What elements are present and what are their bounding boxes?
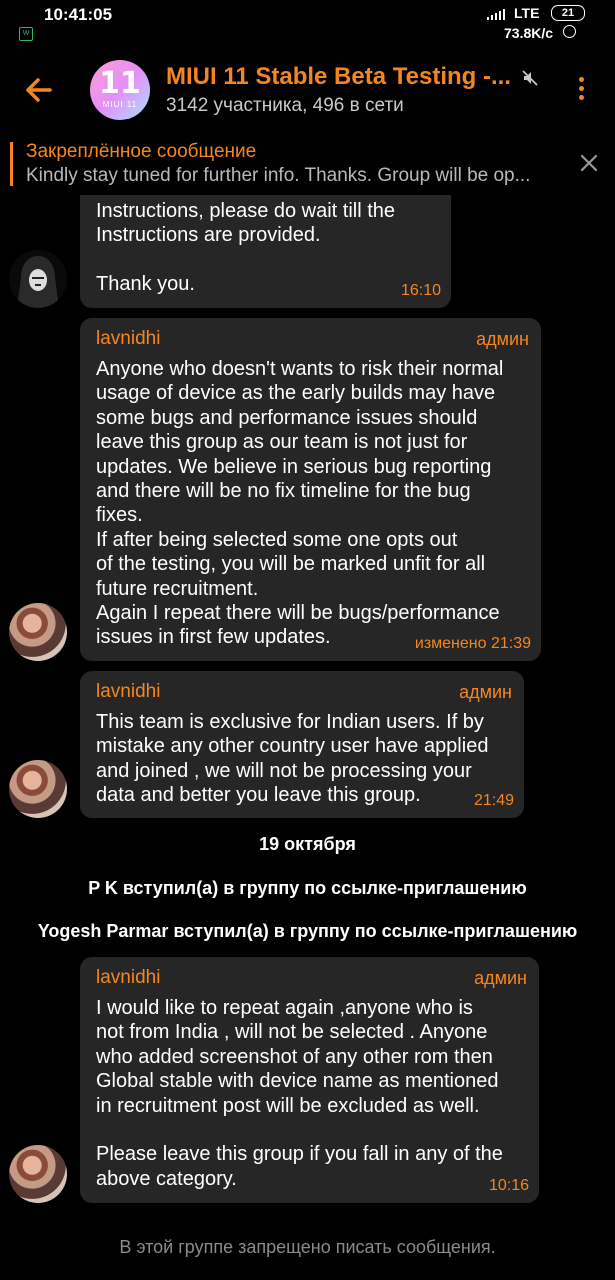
avatar[interactable] — [9, 760, 67, 818]
status-bar: 10:41:05 W LTE 21 73.8K/c — [0, 0, 615, 50]
group-avatar-number: 11 — [99, 66, 141, 101]
sender-name[interactable]: lavnidhi — [96, 328, 160, 350]
hooded-figure-icon — [17, 256, 59, 308]
date-separator: 19 октября — [259, 834, 356, 854]
message-text: Anyone who doesn't wants to risk their n… — [96, 358, 504, 649]
chat-title[interactable]: MIUI 11 Stable Beta Testing -... — [166, 63, 516, 91]
message-bubble[interactable]: Instructions, please do wait till the In… — [80, 195, 451, 308]
message-time: 10:16 — [488, 1177, 529, 1194]
message-text: This team is exclusive for Indian users.… — [96, 711, 489, 807]
message-bubble[interactable]: lavnidhi админ This team is exclusive fo… — [80, 671, 524, 818]
avatar[interactable] — [9, 1145, 67, 1203]
write-restricted-note: В этой группе запрещено писать сообщения… — [119, 1237, 496, 1257]
alarm-icon — [563, 25, 576, 38]
admin-badge: админ — [474, 968, 527, 988]
sender-name[interactable]: lavnidhi — [96, 681, 160, 703]
group-avatar-label: MIUI 11 — [102, 100, 138, 109]
message-time: 21:49 — [473, 792, 514, 809]
sender-name[interactable]: lavnidhi — [96, 967, 160, 989]
admin-badge: админ — [476, 329, 529, 349]
signal-icon — [487, 8, 505, 20]
pinned-accent-bar — [10, 142, 13, 186]
message-time: 16:10 — [400, 282, 441, 299]
pinned-message-bar[interactable]: Закреплённое сообщение Kindly stay tuned… — [0, 138, 615, 190]
message-text: Instructions, please do wait till the In… — [96, 200, 396, 296]
group-avatar[interactable]: 11 MIUI 11 — [90, 60, 150, 120]
message-bubble[interactable]: lavnidhi админ I would like to repeat ag… — [80, 957, 539, 1203]
app-notification-icon: W — [19, 27, 33, 41]
message-text: I would like to repeat again ,anyone who… — [96, 997, 503, 1190]
more-options-icon[interactable] — [571, 77, 591, 105]
network-speed: 73.8K/c — [504, 25, 554, 41]
close-icon[interactable] — [578, 152, 600, 174]
network-type: LTE — [514, 5, 540, 21]
muted-icon — [522, 70, 538, 86]
avatar[interactable] — [9, 603, 67, 661]
pinned-text: Kindly stay tuned for further info. Than… — [26, 165, 531, 186]
chat-header: 11 MIUI 11 MIUI 11 Stable Beta Testing -… — [0, 55, 615, 127]
message-bubble[interactable]: lavnidhi админ Anyone who doesn't wants … — [80, 318, 541, 661]
chat-member-count: 3142 участника, 496 в сети — [166, 95, 404, 116]
admin-badge: админ — [459, 682, 512, 702]
back-arrow-icon[interactable] — [22, 73, 56, 107]
message-time: изменено 21:39 — [414, 635, 531, 652]
pinned-title: Закреплённое сообщение — [26, 141, 257, 162]
service-message: P K вступил(а) в группу по ссылке-пригла… — [88, 878, 527, 898]
battery-icon: 21 — [551, 5, 585, 21]
service-message: Yogesh Parmar вступил(а) в группу по ссы… — [37, 921, 578, 941]
avatar[interactable] — [9, 250, 67, 308]
status-time: 10:41:05 — [44, 5, 113, 24]
